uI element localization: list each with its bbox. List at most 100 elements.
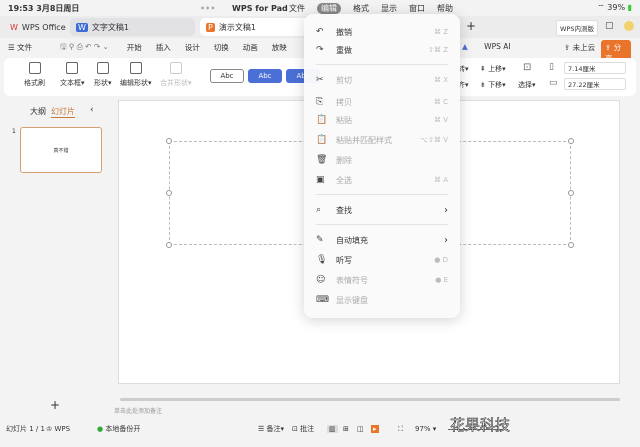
menu-separator	[316, 64, 448, 65]
format-painter-icon	[28, 62, 41, 74]
arrange-icon[interactable]: ⊡	[523, 62, 531, 73]
quick-access-icons[interactable]: 🖫 ⚲ ⎙ ↶ ↷ ⌄	[60, 41, 109, 54]
edit-menu: ↶ 撤销 ⌘ Z ↷ 重做 ⇧⌘ Z ✂ 剪切 ⌘ X ⎘ 拷贝 ⌘ C 📋 粘贴 ⌘ V 📋 粘贴并匹配样式 ⌥…	[304, 14, 460, 318]
tab-writer-doc[interactable]: W 文字文稿1	[70, 18, 195, 36]
menu-view[interactable]: 显示	[381, 3, 397, 14]
move-up-button[interactable]: ⇞ 上移▾	[480, 64, 506, 74]
copy-icon: ⎘	[316, 97, 324, 107]
menu-item-redo[interactable]: ↷ 重做 ⇧⌘ Z	[304, 42, 460, 58]
window-icon[interactable]: ▢	[605, 21, 614, 31]
ribbon-tab-file[interactable]: ☰ 文件	[8, 42, 46, 53]
wps-ai-button[interactable]: ▲ WPS AI	[462, 42, 525, 51]
merge-shape-icon	[169, 62, 182, 74]
notes-field[interactable]: 单击此处添加备注	[112, 406, 640, 415]
zoom-level[interactable]: 97% ▾	[415, 425, 436, 433]
presentation-icon: P	[206, 22, 215, 32]
menu-item-microphone[interactable]: 🎙 听写 ● D	[304, 252, 460, 268]
ribbon-tab-slideshow[interactable]: 放映	[272, 42, 287, 53]
slide-number: 1	[12, 128, 16, 135]
reading-view-icon[interactable]: ◫	[357, 425, 364, 433]
menu-item-paste[interactable]: 📋 粘贴 ⌘ V	[304, 112, 460, 128]
menu-format[interactable]: 格式	[353, 3, 369, 14]
slide-thumbnail[interactable]: 真不错	[20, 127, 102, 173]
format-painter-button[interactable]: 格式刷	[24, 62, 45, 88]
avatar[interactable]	[624, 21, 634, 31]
shape-icon	[96, 62, 109, 74]
width-field[interactable]: 7.14厘米	[564, 62, 626, 74]
menu-item-autofill[interactable]: ✎ 自动填充 ›	[304, 232, 460, 248]
writer-icon: W	[76, 22, 88, 32]
new-tab-icon[interactable]: +	[466, 19, 476, 33]
ribbon-tab-transition[interactable]: 切换	[214, 42, 229, 53]
width-icon: ▯	[549, 62, 554, 72]
menu-item-copy[interactable]: ⎘ 拷贝 ⌘ C	[304, 94, 460, 110]
keyboard-icon: ⌨	[316, 295, 329, 305]
microphone-icon: 🎙	[316, 255, 328, 265]
watermark: 花果科技	[450, 416, 511, 435]
ribbon-tab-animation[interactable]: 动画	[243, 42, 258, 53]
menu-item-keyboard[interactable]: ⌨ 显示键盘	[304, 292, 460, 308]
style-sample[interactable]: Abc	[248, 69, 282, 83]
menu-help[interactable]: 帮助	[437, 3, 453, 14]
internal-version-badge[interactable]: WPS内测版	[556, 20, 598, 36]
menu-item-emoji[interactable]: ☺ 表情符号 ● E	[304, 272, 460, 288]
menu-item-trash[interactable]: 🗑 删除	[304, 152, 460, 168]
menu-item-select-all[interactable]: ▣ 全选 ⌘ A	[304, 172, 460, 188]
play-icon[interactable]: ▸	[371, 425, 379, 433]
edit-shape-button[interactable]: 编辑形状▾	[120, 62, 152, 88]
menu-separator	[316, 224, 448, 225]
scissors-icon: ✂	[316, 75, 324, 85]
ribbon-tab-home[interactable]: 开始	[127, 42, 142, 53]
paste-match-icon: 📋	[316, 135, 328, 145]
grid-view-icon[interactable]: ⊞	[343, 425, 349, 433]
emoji-icon: ☺	[316, 275, 326, 285]
slide-count: 幻灯片 1 / 1	[6, 425, 45, 433]
menu-item-find[interactable]: ⌕ 查找 ›	[304, 202, 460, 218]
undo-icon: ↶	[316, 27, 324, 37]
redo-icon: ↷	[316, 45, 324, 55]
menu-item-scissors[interactable]: ✂ 剪切 ⌘ X	[304, 72, 460, 88]
menu-separator	[316, 194, 448, 195]
textbox-icon	[66, 62, 79, 74]
wps-logo-icon: W	[10, 22, 18, 32]
style-sample[interactable]: Abc	[210, 69, 244, 83]
menu-edit[interactable]: 编辑	[317, 2, 341, 14]
backup-status[interactable]: ● 本地备份开	[97, 424, 140, 434]
date: 3月8日周日	[36, 3, 80, 13]
collapse-panel-icon[interactable]: ‹	[90, 105, 94, 115]
merge-shape-button[interactable]: 合并形状▾	[160, 62, 192, 88]
height-field[interactable]: 27.22厘米	[564, 78, 626, 90]
find-icon: ⌕	[316, 205, 322, 215]
ribbon-tab-design[interactable]: 设计	[185, 42, 200, 53]
normal-view-icon[interactable]: ▥	[327, 425, 338, 433]
edit-shape-icon	[129, 62, 142, 74]
menu-file[interactable]: 文件	[289, 3, 305, 14]
tab-wps-office[interactable]: W WPS Office	[4, 18, 72, 36]
app-name: WPS for Pad	[232, 3, 288, 13]
multitask-dots-icon[interactable]: •••	[200, 4, 215, 13]
horizontal-scrollbar[interactable]	[120, 398, 620, 401]
battery: ⌔ 39% ▮	[597, 3, 632, 12]
textbox-button[interactable]: 文本框▾	[60, 62, 85, 88]
menu-window[interactable]: 窗口	[409, 3, 425, 14]
add-slide-button[interactable]: +	[50, 398, 60, 412]
paste-icon: 📋	[316, 115, 328, 125]
select-button[interactable]: 选择▾	[518, 80, 536, 90]
time: 19:53	[8, 3, 34, 13]
menu-item-undo[interactable]: ↶ 撤销 ⌘ Z	[304, 24, 460, 40]
menu-item-paste-match[interactable]: 📋 粘贴并匹配样式 ⌥⇧⌘ V	[304, 132, 460, 148]
autofill-icon: ✎	[316, 235, 324, 245]
fit-icon[interactable]: ⛶	[398, 425, 403, 434]
bottom-status-bar: 幻灯片 1 / 1 ♔ WPS ● 本地备份开 ☰ 备注▾ ⊡ 批注 ▥ ⊞ ◫…	[0, 416, 640, 440]
tab-slides[interactable]: 幻灯片	[51, 106, 75, 118]
tab-outline[interactable]: 大纲	[30, 106, 46, 117]
ribbon-tab-insert[interactable]: 插入	[156, 42, 171, 53]
trash-icon: 🗑	[316, 155, 328, 165]
notes-button[interactable]: ☰ 备注▾	[258, 424, 284, 434]
slide-panel: 大纲 幻灯片 ‹ 1 真不错 +	[0, 100, 112, 430]
shape-button[interactable]: 形状▾	[94, 62, 112, 88]
move-down-button[interactable]: ⇟ 下移▾	[480, 80, 506, 90]
wps-button[interactable]: ♔ WPS	[46, 425, 70, 433]
height-icon: ▭	[549, 78, 558, 88]
comment-button[interactable]: ⊡ 批注	[292, 424, 314, 434]
